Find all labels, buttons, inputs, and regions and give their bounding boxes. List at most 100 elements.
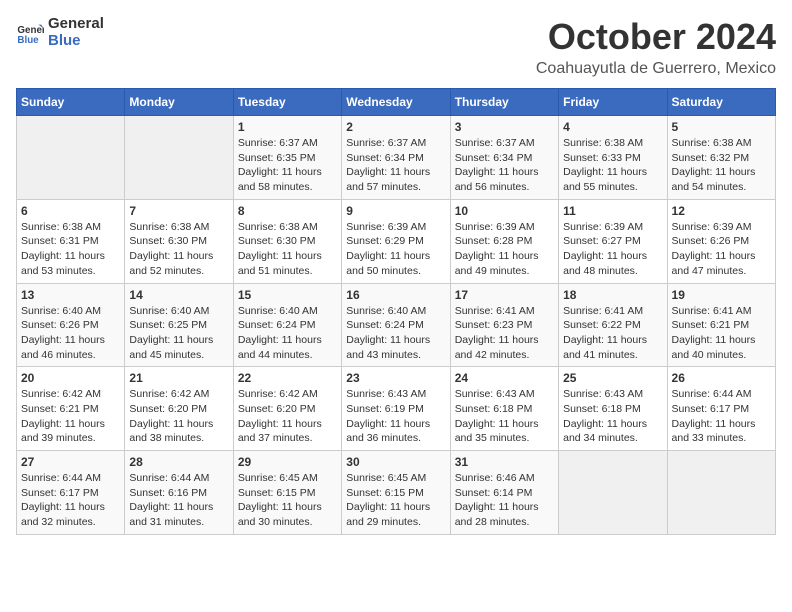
day-number: 31 xyxy=(455,455,554,469)
day-cell: 19 Sunrise: 6:41 AM Sunset: 6:21 PM Dayli… xyxy=(667,283,775,367)
day-detail: Sunrise: 6:41 AM Sunset: 6:22 PM Dayligh… xyxy=(563,304,662,363)
day-detail: Sunrise: 6:39 AM Sunset: 6:28 PM Dayligh… xyxy=(455,220,554,279)
day-detail: Sunrise: 6:46 AM Sunset: 6:14 PM Dayligh… xyxy=(455,471,554,530)
day-cell xyxy=(667,451,775,535)
day-number: 5 xyxy=(672,120,771,134)
day-cell: 18 Sunrise: 6:41 AM Sunset: 6:22 PM Dayli… xyxy=(559,283,667,367)
day-number: 9 xyxy=(346,204,445,218)
day-number: 19 xyxy=(672,288,771,302)
day-number: 4 xyxy=(563,120,662,134)
location-title: Coahuayutla de Guerrero, Mexico xyxy=(536,60,776,78)
day-number: 6 xyxy=(21,204,120,218)
day-cell: 2 Sunrise: 6:37 AM Sunset: 6:34 PM Daylig… xyxy=(342,116,450,200)
day-detail: Sunrise: 6:43 AM Sunset: 6:18 PM Dayligh… xyxy=(563,387,662,446)
day-number: 11 xyxy=(563,204,662,218)
day-number: 15 xyxy=(238,288,337,302)
day-number: 22 xyxy=(238,371,337,385)
day-cell: 31 Sunrise: 6:46 AM Sunset: 6:14 PM Dayli… xyxy=(450,451,558,535)
day-cell xyxy=(125,116,233,200)
day-detail: Sunrise: 6:39 AM Sunset: 6:26 PM Dayligh… xyxy=(672,220,771,279)
day-detail: Sunrise: 6:40 AM Sunset: 6:24 PM Dayligh… xyxy=(346,304,445,363)
day-detail: Sunrise: 6:38 AM Sunset: 6:30 PM Dayligh… xyxy=(129,220,228,279)
weekday-header-monday: Monday xyxy=(125,89,233,116)
day-detail: Sunrise: 6:44 AM Sunset: 6:17 PM Dayligh… xyxy=(21,471,120,530)
weekday-header-row: SundayMondayTuesdayWednesdayThursdayFrid… xyxy=(17,89,776,116)
day-detail: Sunrise: 6:45 AM Sunset: 6:15 PM Dayligh… xyxy=(238,471,337,530)
weekday-header-thursday: Thursday xyxy=(450,89,558,116)
logo-blue: Blue xyxy=(48,33,104,50)
day-number: 18 xyxy=(563,288,662,302)
day-number: 20 xyxy=(21,371,120,385)
day-number: 7 xyxy=(129,204,228,218)
day-detail: Sunrise: 6:37 AM Sunset: 6:34 PM Dayligh… xyxy=(346,136,445,195)
day-cell: 3 Sunrise: 6:37 AM Sunset: 6:34 PM Daylig… xyxy=(450,116,558,200)
logo-general: General xyxy=(48,16,104,33)
weekday-header-wednesday: Wednesday xyxy=(342,89,450,116)
day-number: 28 xyxy=(129,455,228,469)
calendar-table: SundayMondayTuesdayWednesdayThursdayFrid… xyxy=(16,88,776,535)
day-number: 8 xyxy=(238,204,337,218)
header: General Blue General Blue October 2024 C… xyxy=(16,16,776,78)
month-title: October 2024 xyxy=(536,16,776,58)
logo: General Blue General Blue xyxy=(16,16,104,49)
day-cell: 15 Sunrise: 6:40 AM Sunset: 6:24 PM Dayli… xyxy=(233,283,341,367)
week-row-1: 1Sunrise: 6:37 AM Sunset: 6:35 PM Daylig… xyxy=(17,116,776,200)
day-number: 13 xyxy=(21,288,120,302)
day-cell: 28Sunrise: 6:44 AM Sunset: 6:16 PM Dayli… xyxy=(125,451,233,535)
day-cell: 25 Sunrise: 6:43 AM Sunset: 6:18 PM Dayli… xyxy=(559,367,667,451)
weekday-header-saturday: Saturday xyxy=(667,89,775,116)
day-detail: Sunrise: 6:44 AM Sunset: 6:17 PM Dayligh… xyxy=(672,387,771,446)
day-detail: Sunrise: 6:39 AM Sunset: 6:29 PM Dayligh… xyxy=(346,220,445,279)
day-number: 29 xyxy=(238,455,337,469)
week-row-2: 6 Sunrise: 6:38 AM Sunset: 6:31 PM Daylig… xyxy=(17,199,776,283)
day-number: 26 xyxy=(672,371,771,385)
day-cell: 4 Sunrise: 6:38 AM Sunset: 6:33 PM Daylig… xyxy=(559,116,667,200)
day-cell: 29 Sunrise: 6:45 AM Sunset: 6:15 PM Dayli… xyxy=(233,451,341,535)
day-detail: Sunrise: 6:43 AM Sunset: 6:18 PM Dayligh… xyxy=(455,387,554,446)
day-detail: Sunrise: 6:38 AM Sunset: 6:31 PM Dayligh… xyxy=(21,220,120,279)
day-detail: Sunrise: 6:42 AM Sunset: 6:20 PM Dayligh… xyxy=(129,387,228,446)
day-detail: Sunrise: 6:41 AM Sunset: 6:21 PM Dayligh… xyxy=(672,304,771,363)
day-number: 10 xyxy=(455,204,554,218)
day-cell: 22Sunrise: 6:42 AM Sunset: 6:20 PM Dayli… xyxy=(233,367,341,451)
day-cell: 11 Sunrise: 6:39 AM Sunset: 6:27 PM Dayli… xyxy=(559,199,667,283)
day-detail: Sunrise: 6:37 AM Sunset: 6:34 PM Dayligh… xyxy=(455,136,554,195)
week-row-4: 20Sunrise: 6:42 AM Sunset: 6:21 PM Dayli… xyxy=(17,367,776,451)
day-detail: Sunrise: 6:43 AM Sunset: 6:19 PM Dayligh… xyxy=(346,387,445,446)
day-number: 3 xyxy=(455,120,554,134)
day-detail: Sunrise: 6:37 AM Sunset: 6:35 PM Dayligh… xyxy=(238,136,337,195)
day-cell: 6 Sunrise: 6:38 AM Sunset: 6:31 PM Daylig… xyxy=(17,199,125,283)
title-area: October 2024 Coahuayutla de Guerrero, Me… xyxy=(536,16,776,78)
day-number: 27 xyxy=(21,455,120,469)
day-cell: 8 Sunrise: 6:38 AM Sunset: 6:30 PM Daylig… xyxy=(233,199,341,283)
day-cell: 9 Sunrise: 6:39 AM Sunset: 6:29 PM Daylig… xyxy=(342,199,450,283)
weekday-header-tuesday: Tuesday xyxy=(233,89,341,116)
week-row-3: 13 Sunrise: 6:40 AM Sunset: 6:26 PM Dayli… xyxy=(17,283,776,367)
day-number: 21 xyxy=(129,371,228,385)
weekday-header-friday: Friday xyxy=(559,89,667,116)
day-detail: Sunrise: 6:40 AM Sunset: 6:25 PM Dayligh… xyxy=(129,304,228,363)
day-detail: Sunrise: 6:45 AM Sunset: 6:15 PM Dayligh… xyxy=(346,471,445,530)
day-detail: Sunrise: 6:38 AM Sunset: 6:30 PM Dayligh… xyxy=(238,220,337,279)
day-cell: 16Sunrise: 6:40 AM Sunset: 6:24 PM Dayli… xyxy=(342,283,450,367)
day-number: 12 xyxy=(672,204,771,218)
svg-text:Blue: Blue xyxy=(17,34,39,45)
day-number: 17 xyxy=(455,288,554,302)
day-detail: Sunrise: 6:40 AM Sunset: 6:26 PM Dayligh… xyxy=(21,304,120,363)
day-cell: 13 Sunrise: 6:40 AM Sunset: 6:26 PM Dayli… xyxy=(17,283,125,367)
day-detail: Sunrise: 6:41 AM Sunset: 6:23 PM Dayligh… xyxy=(455,304,554,363)
logo-icon: General Blue xyxy=(16,19,44,47)
day-cell: 7 Sunrise: 6:38 AM Sunset: 6:30 PM Daylig… xyxy=(125,199,233,283)
day-number: 25 xyxy=(563,371,662,385)
day-cell: 12 Sunrise: 6:39 AM Sunset: 6:26 PM Dayli… xyxy=(667,199,775,283)
day-detail: Sunrise: 6:38 AM Sunset: 6:33 PM Dayligh… xyxy=(563,136,662,195)
day-detail: Sunrise: 6:40 AM Sunset: 6:24 PM Dayligh… xyxy=(238,304,337,363)
day-cell xyxy=(17,116,125,200)
day-number: 2 xyxy=(346,120,445,134)
day-cell: 24 Sunrise: 6:43 AM Sunset: 6:18 PM Dayli… xyxy=(450,367,558,451)
day-cell: 10 Sunrise: 6:39 AM Sunset: 6:28 PM Dayli… xyxy=(450,199,558,283)
day-cell: 27 Sunrise: 6:44 AM Sunset: 6:17 PM Dayli… xyxy=(17,451,125,535)
day-detail: Sunrise: 6:39 AM Sunset: 6:27 PM Dayligh… xyxy=(563,220,662,279)
day-cell xyxy=(559,451,667,535)
day-number: 24 xyxy=(455,371,554,385)
